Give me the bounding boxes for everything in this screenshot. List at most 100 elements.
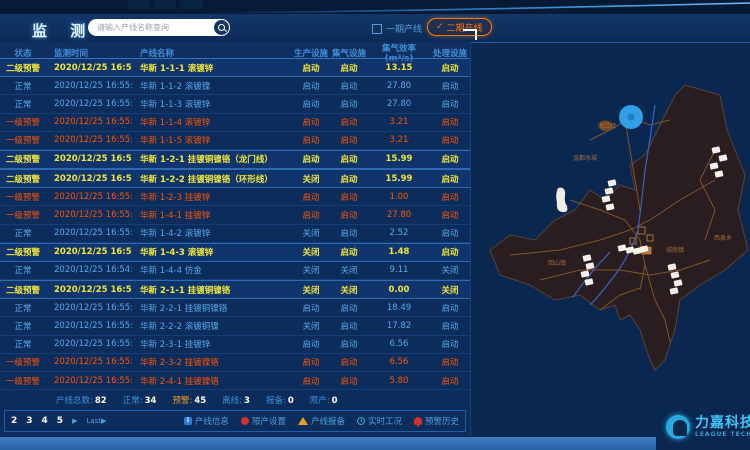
table-row[interactable]: 一级预警2020/12/25 16:55:24华新 1-1-5 滚镀锌启动启动3… xyxy=(0,132,470,150)
tri-icon xyxy=(298,417,308,425)
cell-name: 华新 2-3-2 挂镀镍铬 xyxy=(132,356,292,368)
check-icon: ✓ xyxy=(436,22,444,32)
cell-eff: 27.80 xyxy=(368,210,430,220)
page-button[interactable]: 5 xyxy=(57,416,63,426)
cell-eff: 27.80 xyxy=(368,99,430,109)
table-row[interactable]: 二级预警2020/12/25 16:55:24华新 2-1-1 挂镀铜镍铬关闭关… xyxy=(0,280,470,299)
table-row[interactable]: 一级预警2020/12/25 16:55:24华新 2-3-2 挂镀镍铬启动启动… xyxy=(0,354,470,372)
cell-treat: 启动 xyxy=(430,375,470,387)
checkbox-icon[interactable] xyxy=(372,24,382,34)
cell-status: 二级预警 xyxy=(0,284,46,296)
cell-gas: 启动 xyxy=(330,191,368,203)
cell-time: 2020/12/25 16:55:04 xyxy=(46,321,132,331)
summary-item: 报备:0 xyxy=(266,394,294,406)
cell-status: 一级预警 xyxy=(0,356,46,368)
cell-status: 二级预警 xyxy=(0,246,46,258)
table-row[interactable]: 二级预警2020/12/25 16:55:04华新 1-2-1 挂镀铜镍铬（龙门… xyxy=(0,150,470,169)
table-row[interactable]: 一级预警2020/12/25 16:55:24华新 2-4-1 挂镀镍铬启动启动… xyxy=(0,372,470,390)
cell-time: 2020/12/25 16:55:04 xyxy=(46,154,132,164)
toolbar-button-clock[interactable]: 实时工况 xyxy=(357,415,402,427)
phase2-button[interactable]: ✓ 二期产线 xyxy=(427,18,492,36)
table-row[interactable]: 二级预警2020/12/25 16:55:24华新 1-1-1 滚镀锌启动启动1… xyxy=(0,58,470,77)
table-row[interactable]: 正常2020/12/25 16:55:24华新 2-3-1 挂镀锌启动启动6.5… xyxy=(0,336,470,354)
search-box[interactable] xyxy=(88,19,230,36)
table-row[interactable]: 正常2020/12/25 16:55:04华新 2-2-1 挂镀铜镍铬启动启动1… xyxy=(0,299,470,317)
cell-prod: 启动 xyxy=(292,338,330,350)
search-input[interactable] xyxy=(88,23,214,32)
summary-item: 产线总数:82 xyxy=(56,394,107,406)
stop-icon xyxy=(241,417,249,425)
cell-time: 2020/12/25 16:55:24 xyxy=(46,357,132,367)
toolbar-button-label: 产线报备 xyxy=(311,415,345,427)
toolbar-buttons: i产线信息限产设置 产线报备实时工况预警历史 xyxy=(184,415,459,427)
cell-name: 华新 1-1-2 滚镀镍 xyxy=(132,80,292,92)
cell-status: 一级预警 xyxy=(0,191,46,203)
next-page-button[interactable]: ▶ xyxy=(72,417,77,425)
table-row[interactable]: 正常2020/12/25 16:55:04华新 2-2-2 滚镀铜镍关闭启动17… xyxy=(0,317,470,335)
cell-gas: 启动 xyxy=(330,302,368,314)
site-marker[interactable] xyxy=(607,179,616,187)
cell-gas: 启动 xyxy=(330,62,368,74)
cell-prod: 启动 xyxy=(292,356,330,368)
cell-prod: 关闭 xyxy=(292,227,330,239)
cell-eff: 1.48 xyxy=(368,247,430,257)
toolbar-button-stop[interactable]: 限产设置 xyxy=(241,415,286,427)
page-button[interactable]: 2 xyxy=(11,416,17,426)
toolbar-button-bell[interactable]: 预警历史 xyxy=(414,415,459,427)
top-strip xyxy=(0,0,750,14)
cell-prod: 启动 xyxy=(292,62,330,74)
cell-gas: 启动 xyxy=(330,116,368,128)
cell-gas: 启动 xyxy=(330,320,368,332)
cell-treat: 启动 xyxy=(430,98,470,110)
cell-eff: 6.56 xyxy=(368,357,430,367)
cell-treat: 启动 xyxy=(430,116,470,128)
cell-eff: 0.00 xyxy=(368,285,430,295)
table-row[interactable]: 正常2020/12/25 16:55:24华新 1-1-3 滚镀锌启动启动27.… xyxy=(0,95,470,113)
table-row[interactable]: 正常2020/12/25 16:55:24华新 1-4-2 滚镀锌关闭启动2.5… xyxy=(0,225,470,243)
cell-prod: 关闭 xyxy=(292,284,330,296)
cell-treat: 启动 xyxy=(430,62,470,74)
table-row[interactable]: 二级预警2020/12/25 16:55:04华新 1-4-3 滚镀锌关闭启动1… xyxy=(0,243,470,262)
table-row[interactable]: 正常2020/12/25 16:54:44华新 1-4-4 仿金关闭关闭9.11… xyxy=(0,262,470,280)
phase1-checkbox[interactable]: 一期产线 xyxy=(372,22,422,35)
cell-name: 华新 2-3-1 挂镀锌 xyxy=(132,338,292,350)
cell-status: 二级预警 xyxy=(0,173,46,185)
cell-status: 一级预警 xyxy=(0,209,46,221)
cell-eff: 9.11 xyxy=(368,265,430,275)
cell-status: 正常 xyxy=(0,320,46,332)
toolbar-button-tri[interactable]: 产线报备 xyxy=(298,415,345,427)
cell-eff: 17.82 xyxy=(368,321,430,331)
cell-time: 2020/12/25 16:55:24 xyxy=(46,228,132,238)
table-row[interactable]: 正常2020/12/25 16:55:24华新 1-1-2 滚镀镍启动启动27.… xyxy=(0,77,470,95)
cell-prod: 启动 xyxy=(292,302,330,314)
cell-time: 2020/12/25 16:55:24 xyxy=(46,339,132,349)
cell-time: 2020/12/25 16:55:24 xyxy=(46,210,132,220)
cell-name: 华新 1-1-3 滚镀锌 xyxy=(132,98,292,110)
cell-gas: 启动 xyxy=(330,153,368,165)
cell-eff: 18.49 xyxy=(368,303,430,313)
search-icon xyxy=(218,24,225,31)
cell-eff: 5.80 xyxy=(368,376,430,386)
summary-item: 预警:45 xyxy=(172,394,206,406)
page-title: 监 测 xyxy=(32,20,94,41)
table-row[interactable]: 二级预警2020/12/25 16:55:24华新 1-2-2 挂镀铜镍铬（环形… xyxy=(0,169,470,188)
page-button[interactable]: 4 xyxy=(42,416,48,426)
cell-treat: 启动 xyxy=(430,338,470,350)
cell-prod: 启动 xyxy=(292,116,330,128)
table-row[interactable]: 一级预警2020/12/25 16:55:24华新 1-4-1 挂镀锌启动启动2… xyxy=(0,206,470,224)
bell-icon xyxy=(414,417,422,425)
summary-item: 限产:0 xyxy=(310,394,338,406)
table-row[interactable]: 一级预警2020/12/25 16:55:24华新 1-1-4 滚镀锌启动启动3… xyxy=(0,114,470,132)
cell-treat: 启动 xyxy=(430,80,470,92)
table-row[interactable]: 一级预警2020/12/25 16:55:24华新 1-2-3 挂镀锌启动启动1… xyxy=(0,188,470,206)
district-map[interactable]: 南口镇温都水城回山镇城南镇西泉乡 xyxy=(470,42,750,450)
last-page-button[interactable]: Last▶ xyxy=(86,417,106,425)
toolbar-button-info[interactable]: i产线信息 xyxy=(184,415,229,427)
cell-time: 2020/12/25 16:55:24 xyxy=(46,135,132,145)
brand-logo: 力嘉科技 LEAGUE TECH xyxy=(666,408,750,446)
page-button[interactable]: 3 xyxy=(26,416,32,426)
search-button[interactable] xyxy=(214,20,229,35)
cell-time: 2020/12/25 16:55:24 xyxy=(46,81,132,91)
cell-treat: 关闭 xyxy=(430,264,470,276)
bottom-toolbar: 2345 ▶ Last▶ i产线信息限产设置 产线报备实时工况预警历史 xyxy=(4,410,466,432)
